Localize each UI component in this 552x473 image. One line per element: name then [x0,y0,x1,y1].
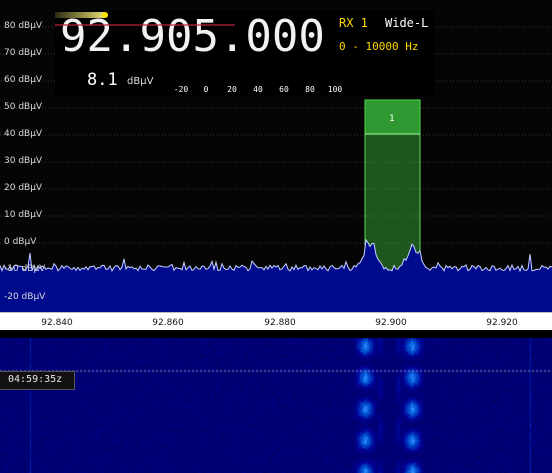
db-label-20: 20 dBµV [4,183,43,193]
waterfall-display[interactable] [0,338,552,473]
signal-level-unit: dBµV [127,76,154,87]
db-label-10: 10 dBµV [4,210,43,220]
signal-meter [55,12,235,26]
freq-tick-92880: 92.880 [264,318,296,328]
signal-meter-fill [55,12,105,18]
meter-tick-minus20: -20 [173,85,189,94]
db-label-0: 0 dBµV [4,237,37,247]
meter-tick-60: 60 [279,85,289,94]
meter-tick-20: 20 [227,85,237,94]
frequency-axis[interactable]: 92.840 92.860 92.880 92.900 92.920 [0,312,552,331]
signal-meter-indicator [102,12,108,18]
db-label-70: 70 dBµV [4,48,43,58]
meter-tick-100: 100 [327,85,343,94]
freq-tick-92840: 92.840 [41,318,73,328]
receiver-info-panel: 92.905.000 RX 1 Wide-L 0 - 10000 Hz 8.1 … [55,10,435,96]
signal-level-value: 8.1 [87,70,118,90]
panel-separator [0,330,552,338]
meter-tick-0: 0 [203,85,209,94]
spectrum-trace [0,238,552,273]
db-label-80: 80 dBµV [4,21,43,31]
db-label-60: 60 dBµV [4,75,43,85]
db-label-30: 30 dBµV [4,156,43,166]
bandwidth-label: 0 - 10000 Hz [339,40,419,53]
freq-tick-92860: 92.860 [152,318,184,328]
noise-floor-band [0,283,552,312]
db-label-minus10: -10 dBµV [4,264,46,274]
meter-tick-80: 80 [305,85,315,94]
waterfall-timestamp: 04:59:35z [0,371,76,390]
db-label-40: 40 dBµV [4,129,43,139]
mode-label[interactable]: Wide-L [385,16,428,30]
freq-tick-92900: 92.900 [375,318,407,328]
channel-marker-label: 1 [389,114,395,124]
freq-tick-92920: 92.920 [486,318,518,328]
spectrum-panel[interactable]: 1 80 dBµV 70 dBµV 60 dBµV 50 dBµV 40 dBµ… [0,0,552,312]
meter-tick-40: 40 [253,85,263,94]
db-label-minus20: -20 dBµV [4,292,46,302]
db-label-50: 50 dBµV [4,102,43,112]
rx-label: RX 1 [339,16,368,30]
